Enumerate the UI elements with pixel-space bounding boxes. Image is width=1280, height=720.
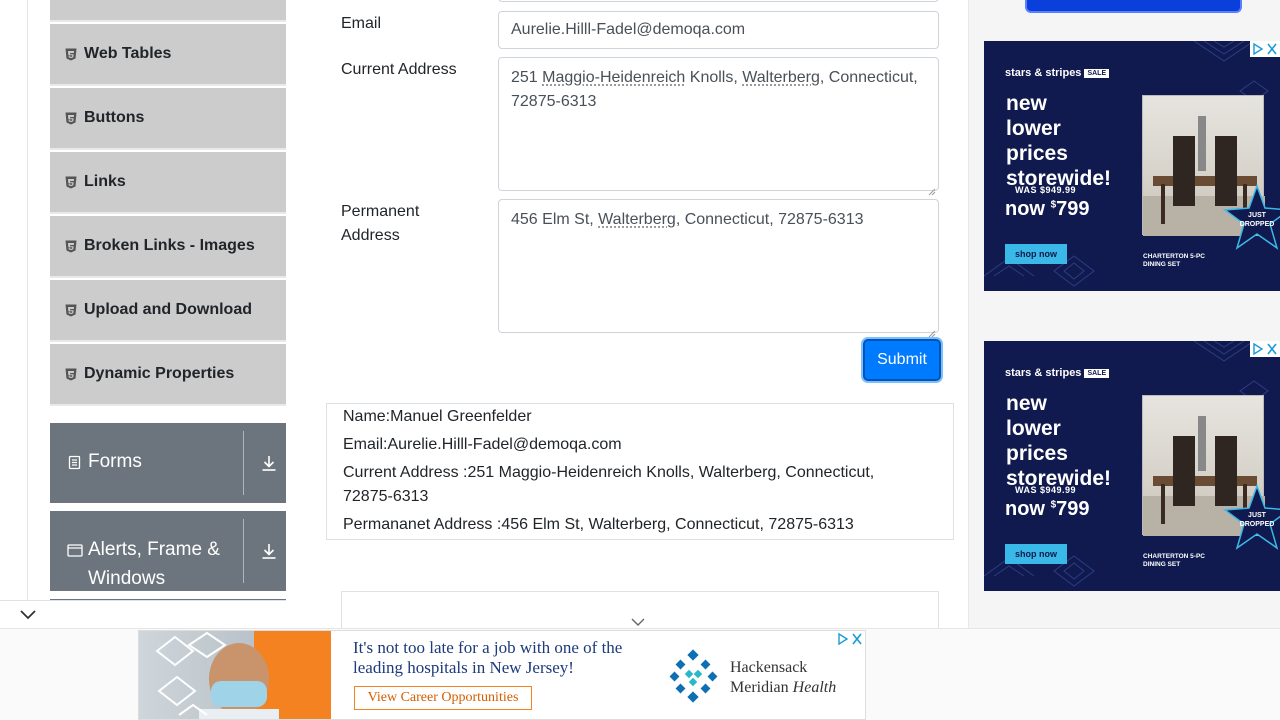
sidebar-item-web-tables[interactable]: Web Tables (50, 24, 286, 86)
ad-headline: new lower prices storewide! (1006, 392, 1112, 490)
output-email: Email:Aurelie.Hilll-Fadel@demoqa.com (343, 436, 622, 453)
ad-product-name: CHARTERTON 5-PC DINING SET (1143, 253, 1205, 268)
email-value: Aurelie.Hilll-Fadel@demoqa.com (511, 21, 746, 38)
html5-icon (65, 112, 77, 125)
ad-brand: stars & stripes SALE (1005, 67, 1110, 79)
ad-was-price: WAS $949.99 (1015, 485, 1077, 495)
just-dropped-badge: JUST DROPPED (1222, 483, 1280, 554)
output-panel: Name:Manuel Greenfelder Email:Aurelie.Hi… (326, 403, 954, 540)
group-label: Forms (88, 451, 142, 472)
name-field-edge[interactable] (498, 0, 939, 2)
ad-choices[interactable] (1250, 341, 1280, 357)
ad-now-price: now $799 (1005, 198, 1090, 220)
html5-icon (65, 240, 77, 253)
download-icon[interactable] (260, 542, 278, 560)
ad-brand: stars & stripes SALE (1005, 367, 1110, 379)
sidebar-item-label: Web Tables (84, 45, 172, 62)
resize-handle-icon[interactable] (928, 180, 936, 196)
html5-icon (65, 176, 77, 189)
banner-headline: It's not too late for a job with one of … (353, 638, 623, 677)
ad-product-name: CHARTERTON 5-PC DINING SET (1143, 553, 1205, 568)
side-ad[interactable]: stars & stripes SALE new lower prices store… (984, 341, 1280, 591)
html5-icon (65, 368, 77, 381)
page: Web Tables Buttons Links Broken Links - … (0, 0, 1280, 720)
bottom-banner-ad[interactable]: It's not too late for a job with one of … (138, 630, 866, 720)
nurse-photo (139, 631, 331, 719)
download-icon[interactable] (260, 454, 278, 472)
svg-text:JUST: JUST (1248, 512, 1267, 519)
view-career-opportunities-button[interactable]: View Career Opportunities (354, 686, 532, 710)
ad-choices[interactable] (835, 631, 865, 647)
email-label: Email (341, 15, 382, 32)
ad-shop-button[interactable]: shop now (1005, 544, 1067, 564)
just-dropped-badge: JUST DROPPED (1222, 183, 1280, 254)
document-icon (67, 455, 82, 470)
ad-choices[interactable] (1250, 41, 1280, 57)
permanent-address-text: 456 Elm St, Walterberg, Connecticut, 728… (511, 211, 864, 228)
permanent-address-label-line2: Address (341, 227, 400, 244)
group-divider (243, 519, 244, 583)
output-name: Name:Manuel Greenfelder (343, 408, 532, 425)
permanent-address-label-line1: Permanent (341, 203, 420, 220)
sidebar-item-upload-download[interactable]: Upload and Download (50, 280, 286, 342)
html5-icon (65, 48, 77, 61)
sidebar-item-dynamic-properties[interactable]: Dynamic Properties (50, 344, 286, 406)
sidebar-item-label: Buttons (84, 109, 145, 126)
bottom-card (341, 591, 939, 631)
sidebar-item-label: Broken Links - Images (84, 237, 255, 254)
email-field[interactable]: Aurelie.Hilll-Fadel@demoqa.com (498, 11, 939, 49)
current-address-text: 251 Maggio-Heidenreich Knolls, Walterber… (511, 69, 918, 110)
svg-text:DROPPED: DROPPED (1240, 521, 1275, 528)
html5-icon (65, 304, 77, 317)
permanent-address-label: Permanent Address (341, 200, 419, 248)
top-right-button[interactable] (1025, 0, 1242, 13)
sidebar-item-label: Upload and Download (84, 301, 252, 318)
hackensack-logo-icon (669, 649, 719, 708)
ad-shop-button[interactable]: shop now (1005, 244, 1067, 264)
submit-button[interactable]: Submit (863, 339, 941, 381)
resize-handle-icon[interactable] (928, 322, 936, 338)
ad-was-price: WAS $949.99 (1015, 185, 1077, 195)
output-permanent-address: Permananet Address :456 Elm St, Walterbe… (343, 516, 854, 533)
ad-headline: new lower prices storewide! (1006, 92, 1112, 190)
sidebar-item-label: Links (84, 173, 126, 190)
sidebar-item-buttons[interactable]: Buttons (50, 88, 286, 150)
sidebar-item-label: Dynamic Properties (84, 365, 235, 382)
hackensack-logo-text: Hackensack Meridian Health (730, 659, 837, 696)
current-address-field[interactable]: 251 Maggio-Heidenreich Knolls, Walterber… (498, 57, 939, 196)
group-divider (243, 431, 244, 495)
window-icon (67, 543, 83, 558)
group-label: Alerts, Frame & Windows (88, 539, 220, 589)
svg-text:DROPPED: DROPPED (1240, 221, 1275, 228)
ad-now-price: now $799 (1005, 498, 1090, 520)
sidebar-item-previous[interactable] (50, 0, 286, 22)
permanent-address-field[interactable]: 456 Elm St, Walterberg, Connecticut, 728… (498, 199, 939, 338)
collapse-tab[interactable] (0, 600, 286, 628)
side-ad[interactable]: stars & stripes SALE new lower prices store… (984, 41, 1280, 291)
current-address-label: Current Address (341, 61, 457, 78)
chevron-down-icon[interactable] (19, 608, 37, 626)
output-current-address: Current Address :251 Maggio-Heidenreich … (343, 464, 875, 505)
svg-text:JUST: JUST (1248, 212, 1267, 219)
group-forms[interactable]: Forms (50, 423, 286, 503)
sidebar-item-broken-links[interactable]: Broken Links - Images (50, 216, 286, 278)
group-alerts-frame-windows[interactable]: Alerts, Frame & Windows (50, 511, 286, 591)
sidebar-item-links[interactable]: Links (50, 152, 286, 214)
